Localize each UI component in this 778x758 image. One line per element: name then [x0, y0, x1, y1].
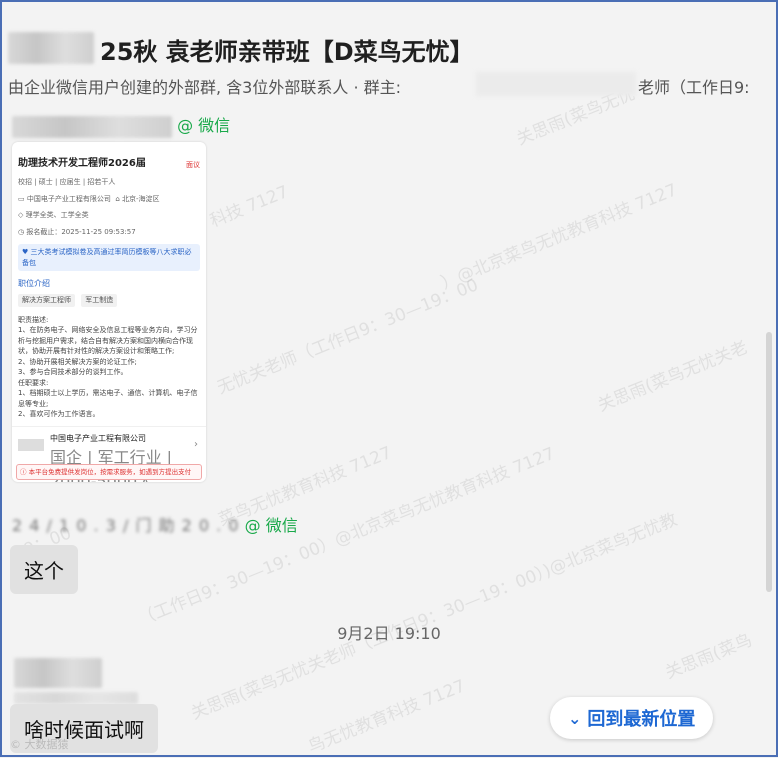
job-title: 助理技术开发工程师2026届 [18, 158, 146, 169]
location-icon: ⌂ [115, 194, 120, 203]
group-title[interactable]: 25秋 袁老师亲带班【D菜鸟无忧】 [100, 32, 474, 67]
message-sender: 2 4 / 1 0 . 3 / 门 助 2 0 . 0 @ 微信 [12, 512, 298, 536]
job-requirements: 校招 | 硕士 | 应届生 | 招若干人 [18, 178, 116, 186]
wechat-source: @ 微信 [244, 516, 298, 535]
sender-avatar-redacted[interactable] [14, 658, 102, 688]
double-chevron-down-icon: ⌄ [568, 708, 582, 728]
salary-tag: 面议 [186, 161, 200, 169]
source-watermark: © 大数据猿 [10, 738, 69, 751]
building-icon: ▭ [18, 194, 25, 203]
promo-banner[interactable]: ♥ 三大类考试模拟卷及高通过率简历模板等八大求职必备包 [18, 244, 200, 271]
scrollbar[interactable] [766, 332, 772, 592]
warning-icon: ⓘ [20, 468, 27, 476]
message-sender: @ 微信 [12, 112, 230, 138]
heart-icon: ♥ [22, 248, 29, 256]
watermark: 无忧关老师（工作日9：30—19：00 [214, 275, 482, 399]
section-title: 职位介绍 [18, 279, 50, 288]
owner-name-redacted [476, 72, 636, 96]
clock-icon: ◷ [18, 227, 25, 236]
message-bubble[interactable]: 这个 [10, 545, 78, 594]
watermark: 鸟无忧教育科技 7127 [305, 676, 469, 758]
job-majors: ◇ 理学全类、工学全类 [18, 211, 89, 219]
job-company-line: ▭ 中国电子产业工程有限公司 ⌂ 北京-海淀区 [18, 194, 160, 203]
timestamp: 9月2日 19:10 [337, 624, 441, 643]
wechat-source: @ 微信 [177, 116, 231, 135]
warning-notice: ⓘ 本平台免费提供发岗位，按需求服务，如遇到方提出支付 [16, 464, 202, 480]
cap-icon: ◇ [18, 211, 24, 219]
group-avatar[interactable] [8, 32, 94, 64]
job-deadline: ◷ 报名截止：2025-11-25 09:53:57 [18, 227, 136, 236]
sender-name-redacted[interactable] [12, 115, 172, 138]
job-chip: 解决方案工程师 [18, 294, 75, 307]
watermark: 关思雨(菜鸟无忧关老 [595, 337, 751, 416]
company-name: 中国电子产业工程有限公司 [50, 434, 146, 443]
chat-header: 25秋 袁老师亲带班【D菜鸟无忧】 由企业微信用户创建的外部群, 含3位外部联系… [2, 2, 776, 102]
watermark: 科技 7127 [207, 182, 292, 232]
job-chip: 军工制造 [81, 294, 118, 307]
sender-name-redacted [14, 692, 138, 704]
watermark: 关思雨(菜鸟无忧关老师（工作日9：30—19：00）)@北京菜鸟无忧教 [188, 509, 681, 724]
watermark: ）@北京菜鸟无忧教育科技 7127 [438, 180, 681, 294]
sender-name-redacted[interactable]: 2 4 / 1 0 . 3 / 门 助 2 0 . 0 [12, 512, 240, 536]
owner-name[interactable]: 老师（工作日9: [638, 74, 750, 98]
chevron-right-icon: › [194, 439, 198, 450]
company-logo [18, 439, 44, 451]
job-card[interactable]: 助理技术开发工程师2026届 面议 校招 | 硕士 | 应届生 | 招若干人 ▭… [12, 142, 206, 482]
jump-to-latest-button[interactable]: ⌄ 回到最新位置 [550, 697, 714, 739]
job-description: 职责描述: 1、在防务电子、网络安全及信息工程等业务方向，学习分析与挖掘用户需求… [18, 315, 198, 419]
